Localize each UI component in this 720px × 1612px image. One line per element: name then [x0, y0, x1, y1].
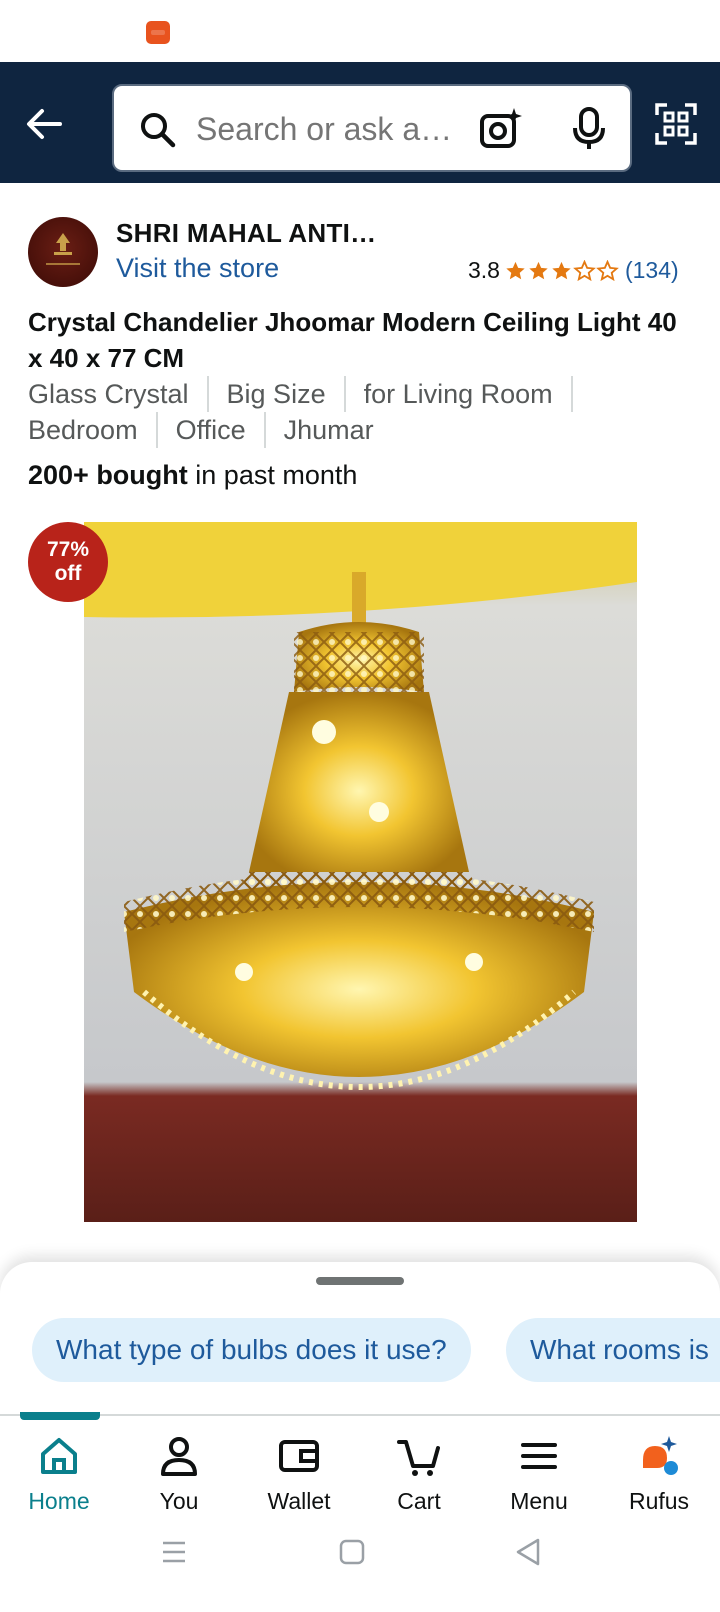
nav-label: Menu — [510, 1488, 568, 1514]
product-tag: for Living Room — [364, 376, 573, 412]
discount-off: off — [54, 562, 82, 585]
wallet-icon — [279, 1440, 319, 1472]
person-icon — [161, 1437, 197, 1476]
rufus-suggestions-sheet[interactable]: What type of bulbs does it use? What roo… — [0, 1262, 720, 1420]
search-input[interactable] — [196, 104, 456, 154]
nav-label: Wallet — [267, 1488, 331, 1514]
discount-percent: 77% — [46, 538, 90, 561]
nav-menu[interactable]: Menu — [484, 1426, 594, 1515]
nav-rufus[interactable]: Rufus — [604, 1426, 714, 1515]
product-tag: Bedroom — [28, 412, 158, 448]
menu-icon — [521, 1443, 557, 1469]
bought-count: 200+ bought in past month — [28, 460, 357, 491]
back-triangle-icon[interactable] — [514, 1537, 542, 1567]
bought-count-suffix: in past month — [187, 460, 358, 490]
nav-label: Rufus — [628, 1488, 690, 1514]
search-icon — [141, 113, 176, 148]
store-rating[interactable]: 3.8 (134) — [468, 257, 679, 284]
camera-search-icon[interactable] — [478, 106, 524, 152]
rating-value: 3.8 — [468, 257, 500, 283]
status-bar — [0, 0, 720, 62]
nav-label: Home — [28, 1488, 90, 1514]
product-tag: Glass Crystal — [28, 376, 209, 412]
star-full-icon — [529, 261, 548, 279]
sheet-drag-handle[interactable] — [316, 1277, 404, 1285]
rufus-icon — [643, 1436, 678, 1475]
nav-cart[interactable]: Cart — [364, 1426, 474, 1515]
store-name[interactable]: SHRI MAHAL ANTI… — [116, 218, 376, 249]
product-image[interactable] — [84, 522, 637, 1222]
rating-stars — [504, 259, 619, 282]
notification-app-icon — [146, 21, 170, 44]
system-navigation-bar — [0, 1524, 720, 1612]
star-full-icon — [506, 261, 525, 279]
rufus-chip[interactable]: What rooms is — [506, 1318, 720, 1382]
nav-label: You — [159, 1488, 199, 1514]
active-tab-indicator — [20, 1412, 100, 1420]
home-icon — [41, 1438, 77, 1474]
nav-you[interactable]: You — [124, 1426, 234, 1515]
store-logo[interactable] — [28, 217, 98, 287]
search-box[interactable] — [112, 84, 632, 172]
product-tags: Glass Crystal Big Size for Living Room Bedr… — [28, 376, 678, 448]
recents-icon[interactable] — [160, 1538, 188, 1566]
star-full-icon — [552, 261, 571, 279]
bottom-navigation: Home You Wallet Cart Menu Rufus — [0, 1412, 720, 1524]
microphone-icon[interactable] — [569, 106, 609, 152]
home-square-icon[interactable] — [339, 1538, 365, 1566]
product-title: Crystal Chandelier Jhoomar Modern Ceilin… — [28, 307, 677, 373]
nav-home[interactable]: Home — [4, 1426, 114, 1515]
discount-badge: 77% off — [28, 522, 108, 602]
product-tag: Jhumar — [283, 415, 374, 445]
back-button[interactable] — [22, 102, 66, 146]
back-arrow-icon — [27, 109, 62, 139]
nav-label: Cart — [397, 1488, 441, 1514]
nav-wallet[interactable]: Wallet — [244, 1426, 354, 1515]
rufus-chip[interactable]: What type of bulbs does it use? — [32, 1318, 471, 1382]
store-logo-emblem-icon — [46, 233, 80, 265]
rating-count[interactable]: (134) — [625, 257, 679, 284]
qr-scan-icon[interactable] — [654, 102, 698, 146]
product-tag: Office — [176, 412, 266, 448]
star-empty-icon — [596, 259, 619, 281]
star-empty-icon — [573, 259, 596, 281]
chandelier-image — [84, 522, 637, 1222]
visit-store-link[interactable]: Visit the store — [116, 253, 279, 284]
cart-icon — [397, 1440, 440, 1476]
bought-count-bold: 200+ bought — [28, 460, 188, 490]
product-tag: Big Size — [227, 376, 346, 412]
